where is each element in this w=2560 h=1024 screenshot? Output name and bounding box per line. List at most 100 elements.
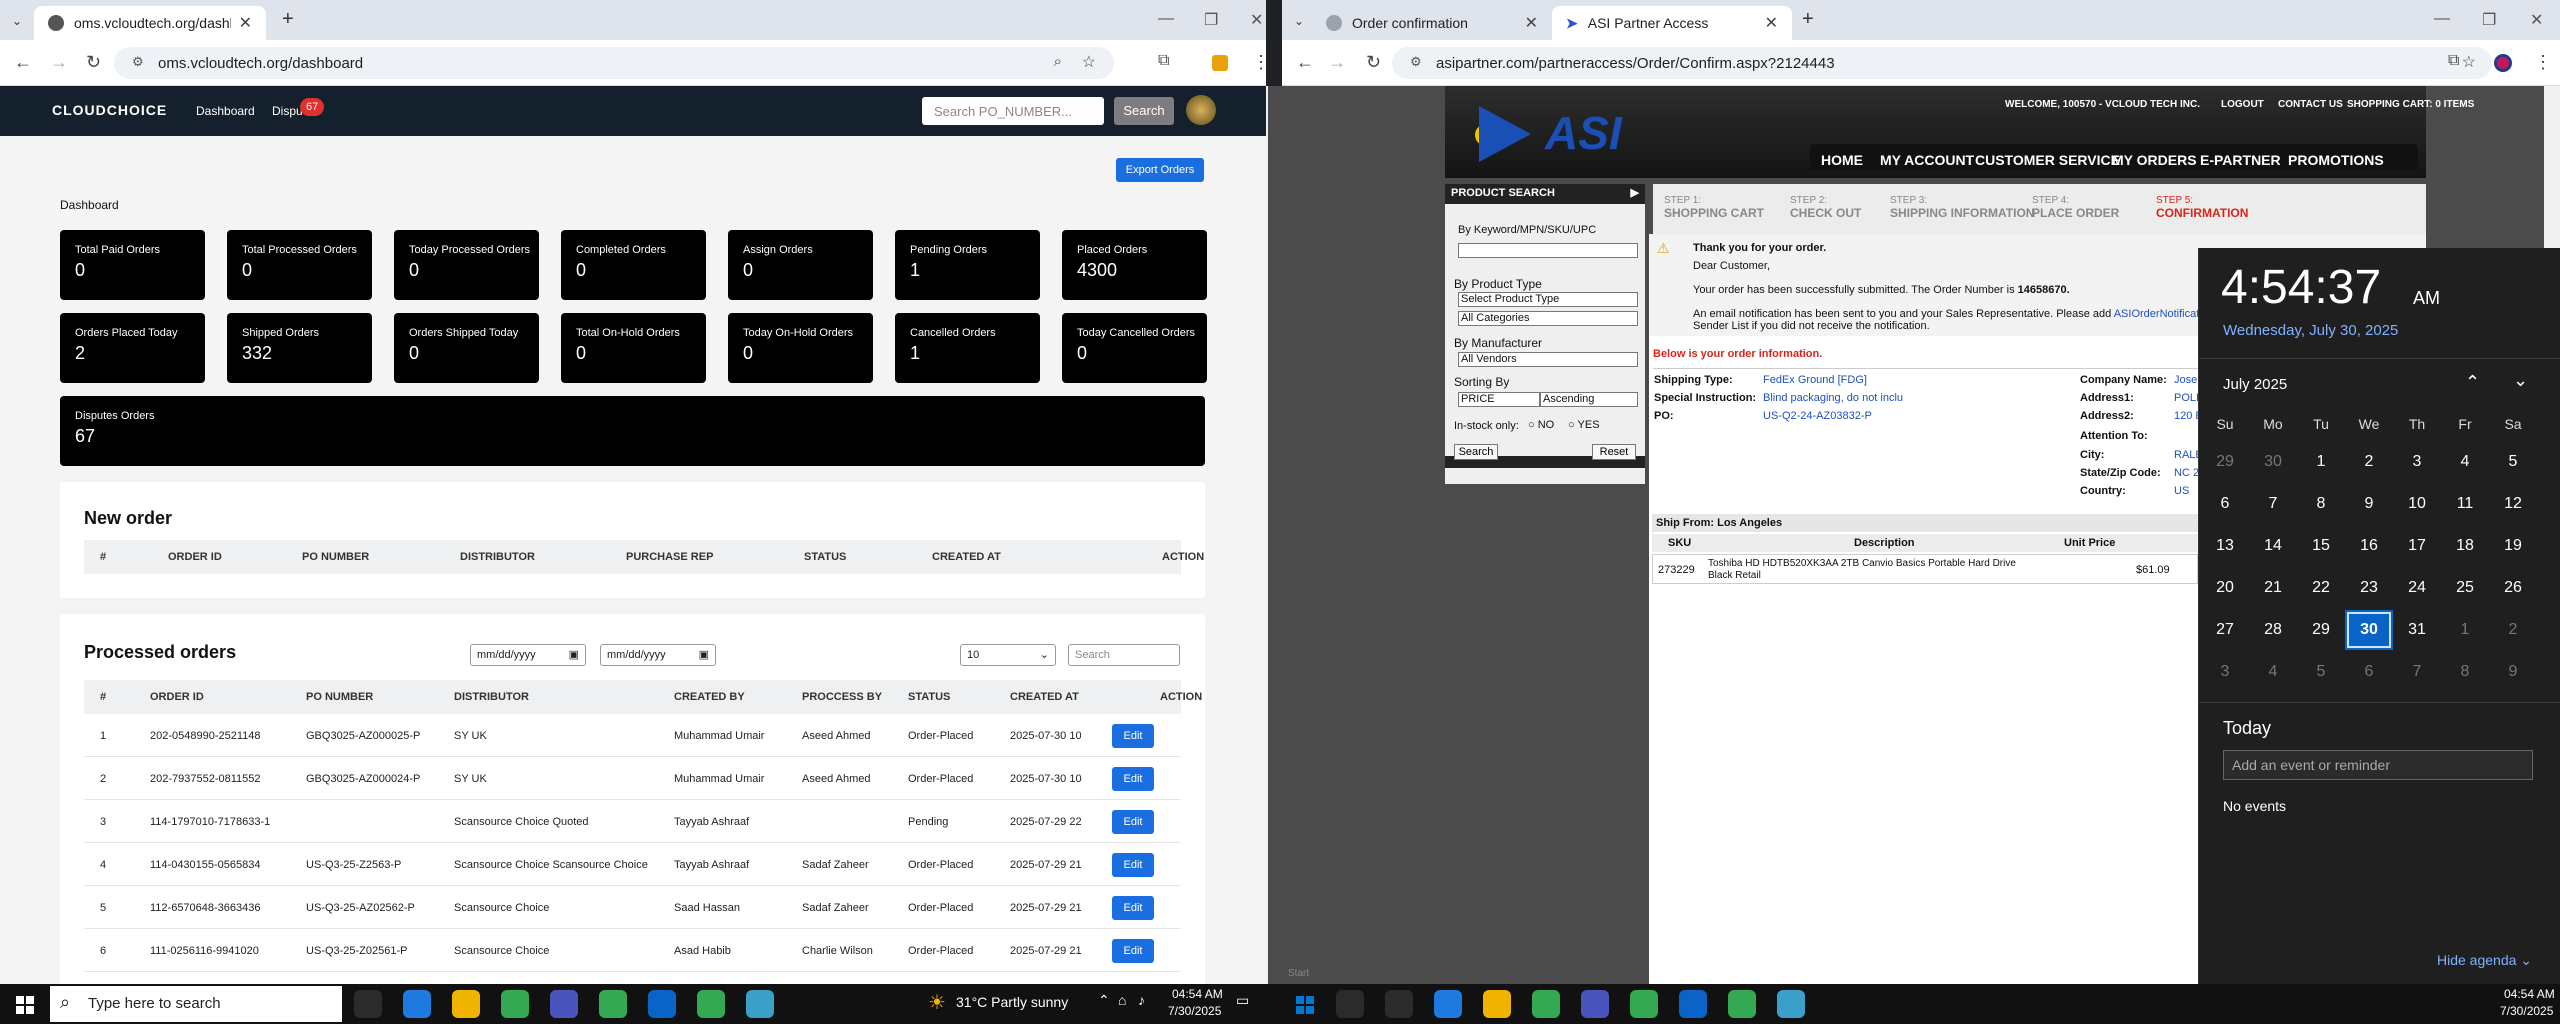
instock-no-radio[interactable]: ○ NO	[1528, 419, 1554, 431]
calendar-day[interactable]: 8	[2297, 484, 2345, 524]
calendar-day[interactable]: 19	[2489, 526, 2537, 566]
product-type-select[interactable]: Select Product Type	[1458, 292, 1638, 307]
taskbar-date-left[interactable]: 7/30/2025	[1168, 1004, 1221, 1018]
calendar-day[interactable]: 23	[2345, 568, 2393, 608]
hide-agenda-button[interactable]: Hide agenda ⌄	[2437, 952, 2532, 969]
page-size-select[interactable]: 10 ⌄	[960, 644, 1056, 666]
site-info-icon[interactable]: ⚙	[132, 54, 144, 70]
vendor-select[interactable]: All Vendors	[1458, 352, 1638, 367]
calendar-day[interactable]: 7	[2249, 484, 2297, 524]
restore-icon[interactable]: ❐	[2482, 10, 2496, 30]
close-window-icon[interactable]: ✕	[1250, 10, 1263, 30]
prev-month-icon[interactable]: ⌃	[2465, 372, 2480, 393]
stat-card[interactable]: Total Paid Orders 0	[60, 230, 205, 300]
calendar-day[interactable]: 6	[2201, 484, 2249, 524]
calendar-day[interactable]: 1	[2297, 442, 2345, 482]
to-date-input[interactable]: mm/dd/yyyy ▣	[600, 644, 716, 666]
instock-yes-radio[interactable]: ○ YES	[1568, 419, 1600, 431]
asi-search-button[interactable]: Search	[1454, 444, 1498, 460]
close-tab-icon[interactable]: ✕	[1525, 13, 1538, 33]
back-icon[interactable]: ←	[1296, 52, 1314, 73]
po-search-input[interactable]: Search PO_NUMBER...	[922, 97, 1104, 125]
edit-button[interactable]: Edit	[1112, 810, 1154, 834]
tray-chevron-icon[interactable]: ⌃	[1098, 992, 1110, 1009]
category-select[interactable]: All Categories	[1458, 311, 1638, 326]
extensions-icon[interactable]: ⧉	[2448, 52, 2459, 70]
calendar-day[interactable]: 10	[2393, 484, 2441, 524]
app-icon[interactable]	[1777, 990, 1805, 1018]
stat-card[interactable]: Completed Orders 0	[561, 230, 706, 300]
calendar-day[interactable]: 7	[2393, 652, 2441, 692]
tab-search-icon[interactable]: ⌄	[1294, 14, 1304, 28]
minimize-icon[interactable]: —	[1158, 10, 1174, 28]
edit-button[interactable]: Edit	[1112, 853, 1154, 877]
calendar-day[interactable]: 9	[2345, 484, 2393, 524]
order-notification-link[interactable]: ASIOrderNotificat	[2114, 308, 2200, 320]
start-label[interactable]: Start	[1288, 968, 1309, 979]
nav-promotions[interactable]: PROMOTIONS	[2288, 152, 2384, 168]
extension-badge-icon[interactable]	[1212, 55, 1228, 71]
stat-card[interactable]: Placed Orders 4300	[1062, 230, 1207, 300]
calendar-day[interactable]: 2	[2345, 442, 2393, 482]
calendar-icon[interactable]: ▣	[569, 648, 579, 661]
calendar-day[interactable]: 11	[2441, 484, 2489, 524]
chrome-icon[interactable]	[1532, 990, 1560, 1018]
processed-search-input[interactable]: Search	[1068, 644, 1180, 666]
calendar-day[interactable]: 4	[2441, 442, 2489, 482]
calendar-day[interactable]: 3	[2393, 442, 2441, 482]
zoom-icon[interactable]	[550, 990, 578, 1018]
profile-avatar[interactable]	[2494, 54, 2512, 72]
stat-card[interactable]: Total Processed Orders 0	[227, 230, 372, 300]
tab-asi-partner-access[interactable]: ➤ ASI Partner Access ✕	[1552, 6, 1792, 40]
asi-reset-button[interactable]: Reset	[1592, 444, 1636, 460]
stat-card[interactable]: Assign Orders 0	[728, 230, 873, 300]
logout-link[interactable]: LOGOUT	[2221, 99, 2264, 110]
taskbar-date-right[interactable]: 7/30/2025	[2500, 1004, 2553, 1018]
outlook-icon[interactable]	[1679, 990, 1707, 1018]
calendar-day[interactable]: 22	[2297, 568, 2345, 608]
calendar-day[interactable]: 2	[2489, 610, 2537, 650]
nav-dashboard[interactable]: Dashboard	[196, 104, 255, 118]
cloudchoice-logo[interactable]: CLOUDCHOICE	[52, 102, 167, 118]
calendar-day[interactable]: 14	[2249, 526, 2297, 566]
edge-icon[interactable]	[403, 990, 431, 1018]
restore-icon[interactable]: ❐	[1204, 10, 1218, 30]
calendar-day[interactable]: 12	[2489, 484, 2537, 524]
edit-button[interactable]: Edit	[1112, 767, 1154, 791]
outlook-icon[interactable]	[648, 990, 676, 1018]
task-view-icon[interactable]	[354, 990, 382, 1018]
calendar-day[interactable]: 17	[2393, 526, 2441, 566]
calendar-month[interactable]: July 2025	[2223, 376, 2287, 393]
calendar-day[interactable]: 18	[2441, 526, 2489, 566]
forward-icon[interactable]: →	[1328, 52, 1346, 73]
stat-card[interactable]: Today Cancelled Orders 0	[1062, 313, 1207, 383]
calendar-day[interactable]: 26	[2489, 568, 2537, 608]
network-icon[interactable]: ⌂	[1118, 992, 1126, 1008]
calendar-day[interactable]: 21	[2249, 568, 2297, 608]
stat-card[interactable]: Today Processed Orders 0	[394, 230, 539, 300]
taskbar-time-left[interactable]: 04:54 AM	[1172, 987, 1223, 1001]
reload-icon[interactable]: ↻	[86, 52, 101, 73]
nav-my-orders[interactable]: MY ORDERS	[2112, 152, 2197, 168]
menu-kebab-icon[interactable]: ⋮	[2534, 52, 2552, 73]
forward-icon[interactable]: →	[50, 52, 68, 73]
calendar-day[interactable]: 16	[2345, 526, 2393, 566]
sort-field-select[interactable]: PRICE	[1458, 392, 1540, 407]
search-icon[interactable]	[1336, 990, 1364, 1018]
calendar-day[interactable]: 15	[2297, 526, 2345, 566]
chrome-icon[interactable]	[697, 990, 725, 1018]
stat-card[interactable]: Orders Shipped Today 0	[394, 313, 539, 383]
stat-card[interactable]: Pending Orders 1	[895, 230, 1040, 300]
taskbar-time-right[interactable]: 04:54 AM	[2504, 987, 2555, 1001]
minimize-icon[interactable]: —	[2434, 10, 2450, 28]
stat-card-disputes[interactable]: Disputes Orders 67	[60, 396, 1205, 466]
windows-start-icon[interactable]	[16, 996, 34, 1014]
keyword-input[interactable]	[1458, 243, 1638, 258]
bookmark-star-icon[interactable]: ☆	[2462, 52, 2476, 72]
nav-home[interactable]: HOME	[1821, 152, 1863, 168]
new-tab-icon[interactable]: +	[1802, 8, 1814, 31]
from-date-input[interactable]: mm/dd/yyyy ▣	[470, 644, 586, 666]
calendar-day[interactable]: 24	[2393, 568, 2441, 608]
app-icon[interactable]	[746, 990, 774, 1018]
nav-disputes[interactable]: Dispu	[272, 104, 303, 118]
